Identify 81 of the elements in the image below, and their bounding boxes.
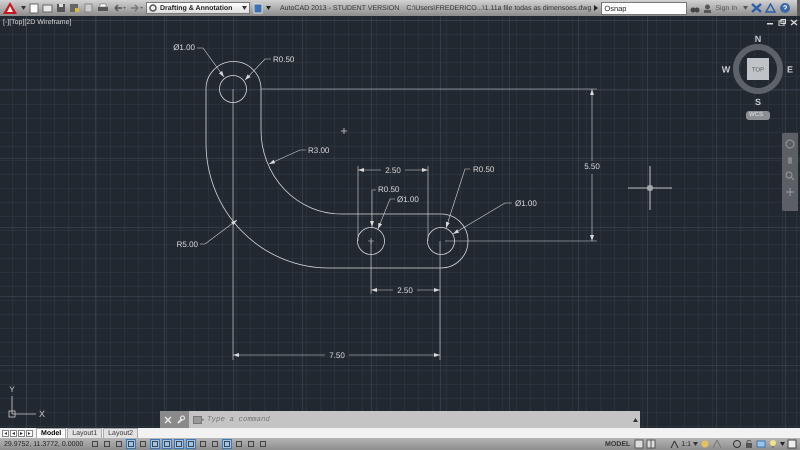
dimension-text: R0.50 [378,185,400,194]
dimension-text: R5.00 [176,240,198,249]
dimension-text: 2.50 [385,166,401,175]
next-page-icon[interactable] [18,430,25,436]
caret-icon[interactable] [743,6,748,10]
redo-icon[interactable] [129,3,143,13]
drafting-toggle-button[interactable] [150,439,160,449]
caret-icon[interactable] [693,442,698,446]
caret-icon[interactable] [780,442,785,446]
compass-label: S [755,97,761,107]
dimension-line [370,288,440,292]
compass-label: W [722,64,730,74]
layout-icon[interactable] [646,439,656,449]
close-icon[interactable] [790,19,798,26]
drafting-toggle-button[interactable] [222,439,232,449]
print-icon[interactable] [97,3,109,13]
dimension-text: 2.50 [397,286,413,295]
drafting-toggle-button[interactable] [102,439,112,449]
isolate-objects-icon[interactable] [768,439,778,449]
dimension-text: Ø1.00 [173,43,195,52]
wrench-icon[interactable] [176,415,185,424]
viewport-icon[interactable] [634,439,644,449]
hole-circle [219,75,247,103]
drafting-toggle-button[interactable] [246,439,256,449]
axis-label: Y [9,385,15,394]
drafting-toggle-button[interactable] [138,439,148,449]
app-logo-icon[interactable] [2,1,18,15]
hole-circle [427,227,455,255]
monitor-icon[interactable] [253,2,263,14]
dimension-text: Ø1.00 [515,199,537,208]
dimension-text: 5.50 [584,162,600,171]
extension-line [370,240,372,294]
restore-icon[interactable] [778,19,786,26]
caret-icon[interactable] [21,6,26,10]
caret-icon [242,6,247,10]
drafting-toggle-button[interactable] [162,439,172,449]
dimension-text: Ø1.00 [397,195,419,204]
axis-label: X [39,409,45,419]
drafting-toggle-button[interactable] [198,439,208,449]
leader-line [200,220,238,244]
ucs-axes-drawing [8,396,36,418]
last-page-icon[interactable] [26,430,33,436]
new-file-icon[interactable] [29,2,39,14]
save-icon[interactable] [56,3,66,13]
compass-label: N [754,34,762,44]
drafting-toggle-button[interactable] [186,439,196,449]
point-marker-icon [340,128,348,134]
drafting-toggle-button[interactable] [90,439,100,449]
caret-right-icon [594,5,598,11]
user-icon[interactable] [703,4,712,12]
caret-icon[interactable] [266,6,271,10]
save-as-icon[interactable] [69,3,80,13]
crosshair-icon [628,166,672,210]
command-prompt-icon[interactable] [193,416,204,424]
drafting-toggle-button[interactable] [174,439,184,449]
previous-page-icon[interactable] [10,430,17,436]
drafting-toggle-button[interactable] [210,439,220,449]
dimension-line [358,168,428,172]
leader-line [196,48,224,78]
folder-icon[interactable] [42,3,53,13]
drafting-toggle-button[interactable] [126,439,136,449]
dimension-text: R3.00 [308,146,330,155]
compass-label: E [787,64,793,74]
undo-icon[interactable] [112,3,126,13]
triangle-icon[interactable] [765,3,776,13]
caret-up-icon[interactable] [633,418,638,422]
dimension-text: R0.50 [473,165,494,174]
drafting-toggle-button[interactable] [234,439,244,449]
help-icon[interactable] [779,2,792,14]
leader-line [268,150,306,164]
viewcube-ring[interactable] [733,44,783,94]
lock-icon[interactable] [744,439,754,449]
center-mark [368,238,374,244]
dimension-text: 7.50 [329,351,345,360]
first-page-icon[interactable] [2,430,9,436]
drafting-toggle-button[interactable] [258,439,268,449]
drafting-toggle-button[interactable] [114,439,124,449]
clean-screen-icon[interactable] [787,439,797,449]
dimension-text: R0.50 [273,55,294,64]
hole-circle [357,227,385,255]
leader-line [244,58,272,80]
